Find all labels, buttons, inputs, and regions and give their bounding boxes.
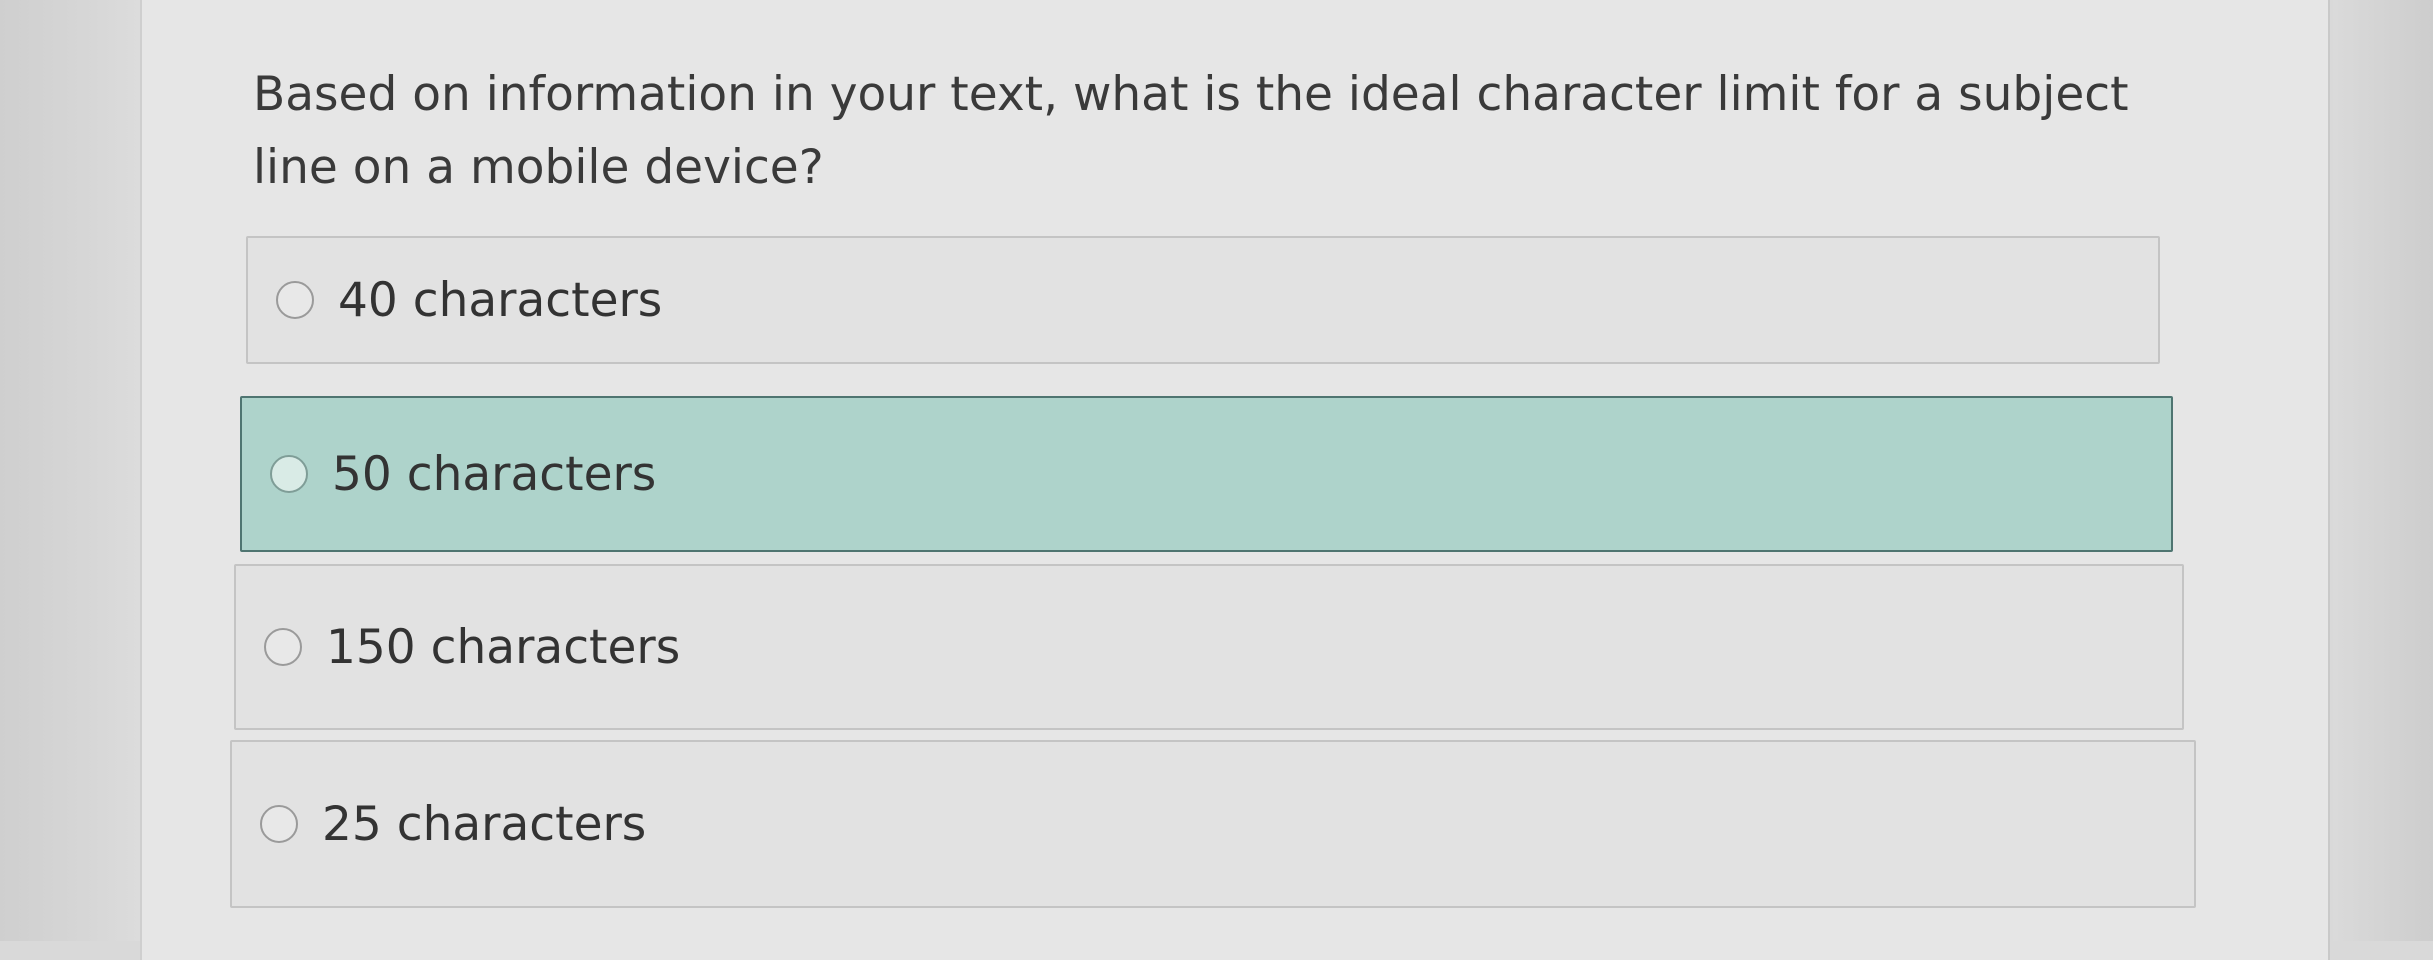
answer-option-label: 25 characters: [322, 796, 647, 852]
answer-choices: 40 characters 50 characters 150 characte…: [0, 0, 2433, 941]
answer-option-label: 150 characters: [326, 619, 681, 675]
answer-option-50-characters[interactable]: 50 characters: [240, 396, 2173, 552]
radio-button-icon[interactable]: [260, 805, 298, 843]
radio-button-icon[interactable]: [276, 281, 314, 319]
answer-option-25-characters[interactable]: 25 characters: [230, 740, 2196, 908]
radio-button-icon[interactable]: [264, 628, 302, 666]
answer-option-150-characters[interactable]: 150 characters: [234, 564, 2184, 730]
answer-option-40-characters[interactable]: 40 characters: [246, 236, 2160, 364]
radio-button-icon[interactable]: [270, 455, 308, 493]
answer-option-label: 40 characters: [338, 272, 663, 328]
answer-option-label: 50 characters: [332, 446, 657, 502]
